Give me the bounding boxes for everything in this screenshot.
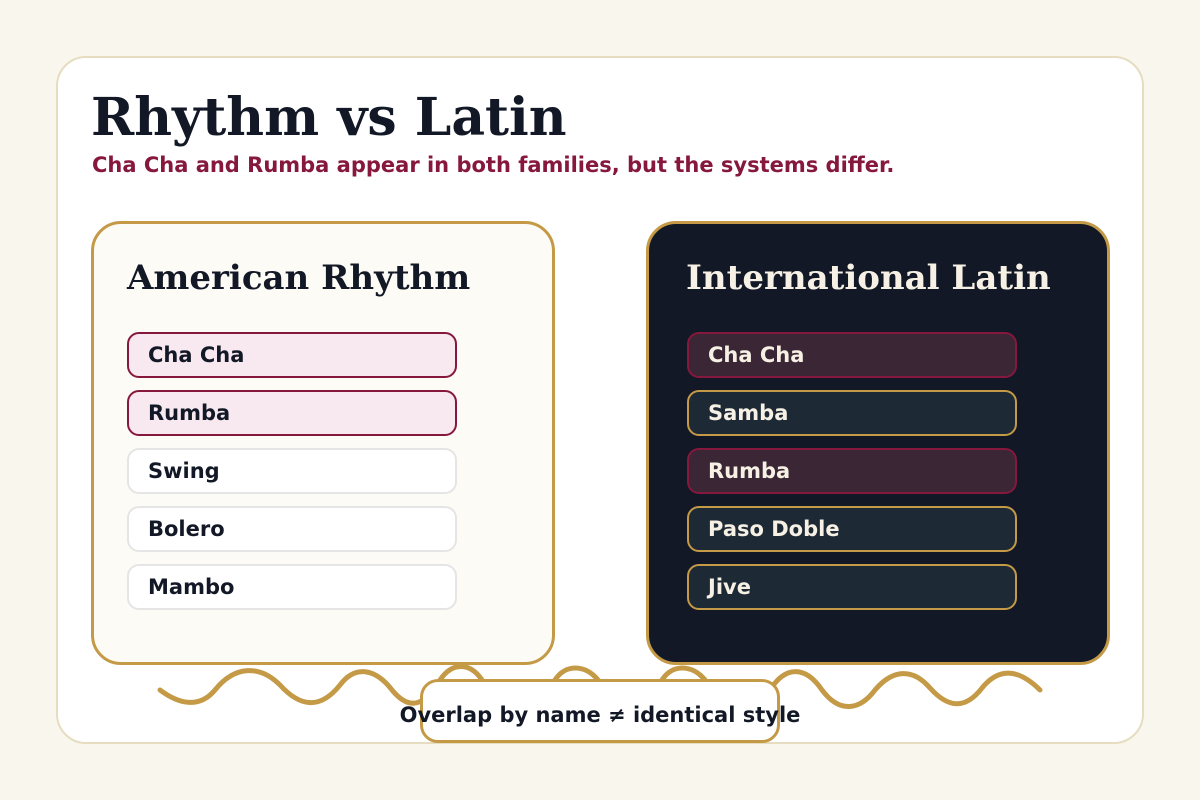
dance-item: Jive	[687, 564, 1017, 610]
american-rhythm-panel: American Rhythm Cha Cha Rumba Swing Bole…	[91, 221, 555, 665]
international-latin-panel: International Latin Cha Cha Samba Rumba …	[646, 221, 1110, 665]
international-latin-title: International Latin	[686, 258, 1051, 298]
dance-item: Paso Doble	[687, 506, 1017, 552]
dance-item-shared: Rumba	[687, 448, 1017, 494]
callout-text: Overlap by name ≠ identical style	[399, 703, 801, 727]
dance-item: Mambo	[127, 564, 457, 610]
american-rhythm-list: Cha Cha Rumba Swing Bolero Mambo	[127, 332, 457, 622]
dance-item: Swing	[127, 448, 457, 494]
dance-item-shared: Cha Cha	[687, 332, 1017, 378]
dance-item-shared: Rumba	[127, 390, 457, 436]
page-title: Rhythm vs Latin	[91, 87, 567, 148]
dance-item-shared: Cha Cha	[127, 332, 457, 378]
american-rhythm-title: American Rhythm	[127, 258, 471, 298]
dance-item: Samba	[687, 390, 1017, 436]
page-subtitle: Cha Cha and Rumba appear in both familie…	[92, 153, 895, 177]
dance-item: Bolero	[127, 506, 457, 552]
international-latin-list: Cha Cha Samba Rumba Paso Doble Jive	[687, 332, 1017, 622]
